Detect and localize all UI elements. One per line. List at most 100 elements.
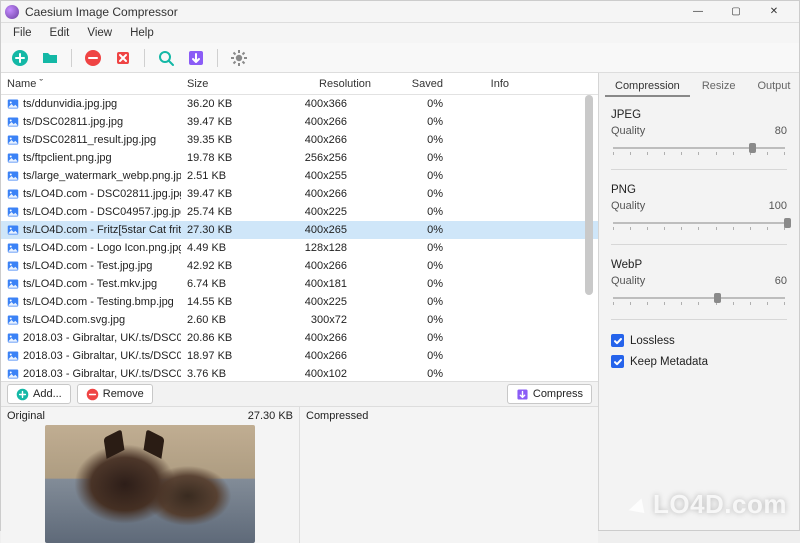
file-size: 18.97 KB xyxy=(181,350,277,362)
file-resolution: 400x366 xyxy=(277,98,377,110)
file-resolution: 400x225 xyxy=(277,206,377,218)
png-quality-slider[interactable] xyxy=(611,216,787,234)
compress-action-button[interactable]: Compress xyxy=(507,384,592,404)
table-row[interactable]: ts/DSC02811_result.jpg.jpg39.35 KB400x26… xyxy=(1,131,598,149)
file-saved: 0% xyxy=(377,116,449,128)
tab-resize[interactable]: Resize xyxy=(692,77,746,97)
table-row[interactable]: ts/LO4D.com - DSC04957.jpg.jpg25.74 KB40… xyxy=(1,203,598,221)
toolbar-separator xyxy=(71,49,72,67)
add-button[interactable]: Add... xyxy=(7,384,71,404)
menu-view[interactable]: View xyxy=(79,25,120,41)
image-file-icon xyxy=(7,260,19,272)
right-tabs: Compression Resize Output xyxy=(599,73,799,97)
table-row[interactable]: ts/LO4D.com - Fritz[5star Cat fritz lo4d… xyxy=(1,221,598,239)
col-header-saved[interactable]: Saved xyxy=(377,73,449,94)
file-resolution: 400x266 xyxy=(277,116,377,128)
menu-help[interactable]: Help xyxy=(122,25,162,41)
col-header-name[interactable]: Name ˇ xyxy=(1,73,181,94)
menubar: File Edit View Help xyxy=(1,23,799,43)
lossless-checkbox[interactable]: Lossless xyxy=(611,334,787,347)
table-row[interactable]: ts/LO4D.com - DSC02811.jpg.jpg39.47 KB40… xyxy=(1,185,598,203)
file-name: ts/ddunvidia.jpg.jpg xyxy=(23,98,117,110)
image-file-icon xyxy=(7,296,19,308)
file-name: ts/LO4D.com - DSC04957.jpg.jpg xyxy=(23,206,181,218)
add-folder-button[interactable] xyxy=(39,47,61,69)
table-row[interactable]: 2018.03 - Gibraltar, UK/.ts/DSC04598.jpg… xyxy=(1,347,598,365)
table-row[interactable]: ts/LO4D.com.svg.jpg2.60 KB300x720% xyxy=(1,311,598,329)
list-actions: Add... Remove Compress xyxy=(1,381,598,407)
file-size: 19.78 KB xyxy=(181,152,277,164)
file-size: 20.86 KB xyxy=(181,332,277,344)
table-row[interactable]: ts/LO4D.com - Test.jpg.jpg42.92 KB400x26… xyxy=(1,257,598,275)
png-quality-label: Quality xyxy=(611,200,645,212)
close-button[interactable]: ✕ xyxy=(755,1,793,23)
tab-output[interactable]: Output xyxy=(747,77,800,97)
table-row[interactable]: ts/ddunvidia.jpg.jpg36.20 KB400x3660% xyxy=(1,95,598,113)
file-resolution: 400x181 xyxy=(277,278,377,290)
compress-button[interactable] xyxy=(185,47,207,69)
clear-list-button[interactable] xyxy=(112,47,134,69)
table-row[interactable]: ts/large_watermark_webp.png.jpg2.51 KB40… xyxy=(1,167,598,185)
file-saved: 0% xyxy=(377,224,449,236)
table-header[interactable]: Name ˇ Size Resolution Saved Info xyxy=(1,73,598,95)
file-saved: 0% xyxy=(377,260,449,272)
table-row[interactable]: ts/DSC02811.jpg.jpg39.47 KB400x2660% xyxy=(1,113,598,131)
scrollbar-thumb[interactable] xyxy=(585,95,593,295)
preview-original-size: 27.30 KB xyxy=(248,410,293,422)
divider xyxy=(611,169,787,170)
file-saved: 0% xyxy=(377,296,449,308)
app-logo-icon xyxy=(5,5,19,19)
table-body[interactable]: ts/ddunvidia.jpg.jpg36.20 KB400x3660%ts/… xyxy=(1,95,598,381)
jpeg-quality-slider[interactable] xyxy=(611,141,787,159)
keep-metadata-checkbox[interactable]: Keep Metadata xyxy=(611,355,787,368)
scrollbar[interactable] xyxy=(582,95,596,381)
remove-file-button[interactable] xyxy=(82,47,104,69)
file-name: ts/LO4D.com - Test.mkv.jpg xyxy=(23,278,157,290)
maximize-button[interactable]: ▢ xyxy=(717,1,755,23)
file-name: 2018.03 - Gibraltar, UK/.ts/DSC04598.jpg… xyxy=(23,350,181,362)
settings-button[interactable] xyxy=(228,47,250,69)
table-row[interactable]: ts/LO4D.com - Logo Icon.png.jpg4.49 KB12… xyxy=(1,239,598,257)
file-size: 39.47 KB xyxy=(181,188,277,200)
image-file-icon xyxy=(7,350,19,362)
preview-area: Original 27.30 KB Compressed xyxy=(1,407,598,543)
image-file-icon xyxy=(7,332,19,344)
table-row[interactable]: ts/ftpclient.png.jpg19.78 KB256x2560% xyxy=(1,149,598,167)
table-row[interactable]: 2018.03 - Gibraltar, UK/.ts/DSC04595.jpg… xyxy=(1,329,598,347)
file-name: ts/LO4D.com - DSC02811.jpg.jpg xyxy=(23,188,181,200)
toolbar xyxy=(1,43,799,73)
compression-panel: JPEG Quality 80 PNG Quality 100 xyxy=(599,97,799,372)
file-resolution: 400x266 xyxy=(277,350,377,362)
tab-compression[interactable]: Compression xyxy=(605,77,690,97)
col-header-info[interactable]: Info xyxy=(449,73,515,94)
file-size: 6.74 KB xyxy=(181,278,277,290)
file-name: ts/LO4D.com - Testing.bmp.jpg xyxy=(23,296,174,308)
file-name: ts/ftpclient.png.jpg xyxy=(23,152,112,164)
file-saved: 0% xyxy=(377,134,449,146)
add-file-button[interactable] xyxy=(9,47,31,69)
preview-original-image[interactable] xyxy=(1,425,299,543)
webp-quality-slider[interactable] xyxy=(611,291,787,309)
table-row[interactable]: 2018.03 - Gibraltar, UK/.ts/DSC04602-Edi… xyxy=(1,365,598,381)
col-header-size[interactable]: Size xyxy=(181,73,277,94)
file-size: 27.30 KB xyxy=(181,224,277,236)
file-name: 2018.03 - Gibraltar, UK/.ts/DSC04595.jpg… xyxy=(23,332,181,344)
menu-edit[interactable]: Edit xyxy=(42,25,78,41)
image-file-icon xyxy=(7,242,19,254)
preview-button[interactable] xyxy=(155,47,177,69)
table-row[interactable]: ts/LO4D.com - Test.mkv.jpg 6.74 KB400x181… xyxy=(1,275,598,293)
file-saved: 0% xyxy=(377,98,449,110)
file-name: ts/LO4D.com - Logo Icon.png.jpg xyxy=(23,242,181,254)
file-name: 2018.03 - Gibraltar, UK/.ts/DSC04602-Edi… xyxy=(23,368,181,380)
file-size: 4.49 KB xyxy=(181,242,277,254)
remove-button[interactable]: Remove xyxy=(77,384,153,404)
titlebar: Caesium Image Compressor — ▢ ✕ xyxy=(1,1,799,23)
minimize-button[interactable]: — xyxy=(679,1,717,23)
col-header-resolution[interactable]: Resolution xyxy=(277,73,377,94)
table-row[interactable]: ts/LO4D.com - Testing.bmp.jpg14.55 KB400… xyxy=(1,293,598,311)
file-resolution: 400x266 xyxy=(277,188,377,200)
menu-file[interactable]: File xyxy=(5,25,40,41)
preview-original-label: Original xyxy=(7,410,45,422)
preview-compressed-image[interactable] xyxy=(300,425,598,543)
file-resolution: 300x72 xyxy=(277,314,377,326)
